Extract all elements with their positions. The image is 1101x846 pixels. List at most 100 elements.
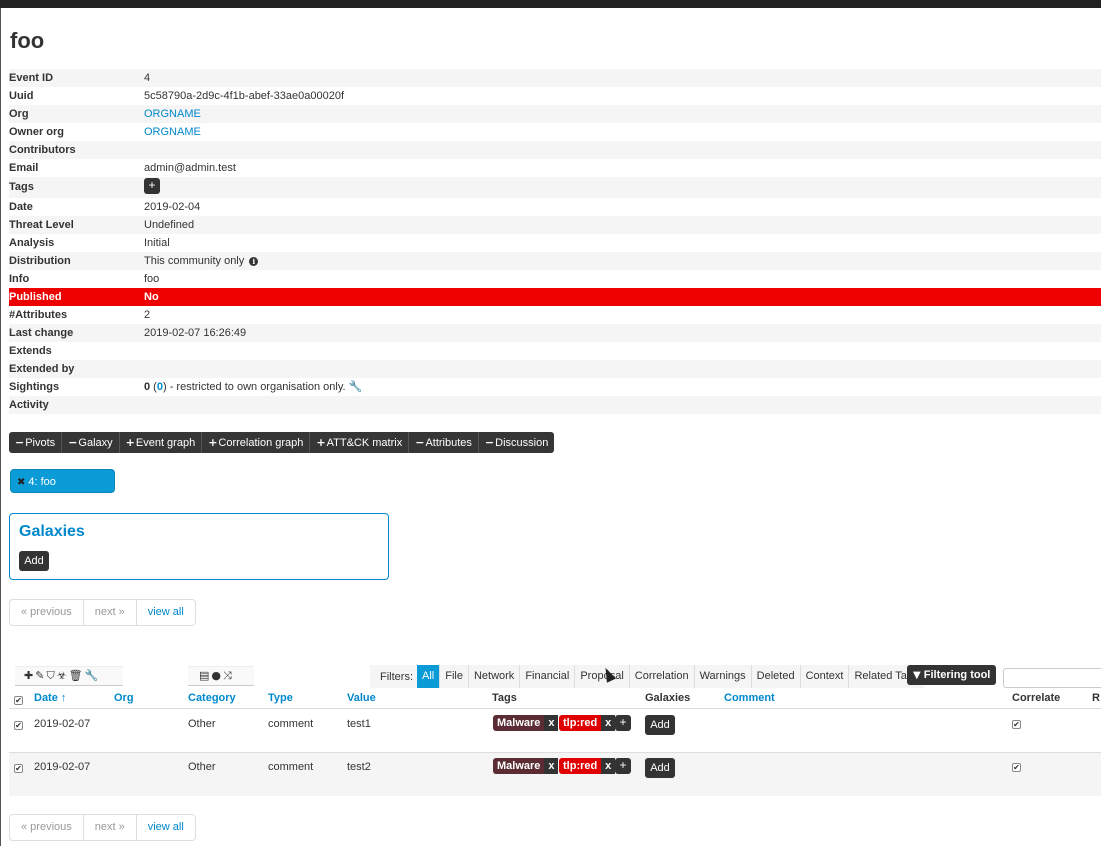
filter-icon: ▼ (913, 670, 921, 681)
owner-org-link[interactable]: ORGNAME (144, 126, 201, 138)
add-galaxy-button[interactable]: Add (645, 715, 675, 735)
header-correlate: Correlate (1012, 692, 1061, 704)
meta-row-extended-by: Extended by (9, 360, 1101, 378)
filters-label: Filters: (380, 670, 413, 683)
remove-tag-icon[interactable]: x (601, 758, 616, 774)
galaxies-panel: Galaxies Add (9, 513, 389, 580)
org-link[interactable]: ORGNAME (144, 108, 201, 120)
galaxies-title: Galaxies (19, 523, 85, 540)
view-options-toolbar: ▤●⤨ (188, 666, 254, 686)
row-select-checkbox[interactable]: ✔ (14, 721, 23, 730)
prev-page-link[interactable]: « previous (10, 815, 84, 840)
cell-date: 2019-02-07 (34, 761, 91, 773)
toggle-galaxy[interactable]: −Galaxy (62, 432, 120, 453)
tag-tlp-red[interactable]: tlp:red x (559, 715, 616, 731)
filter-file[interactable]: File (439, 665, 468, 688)
filtering-tool-button[interactable]: ▼ Filtering tool (907, 665, 997, 685)
tag-tlp-red[interactable]: tlp:red x (559, 758, 616, 774)
add-galaxy-button[interactable]: Add (19, 551, 49, 571)
header-type[interactable]: Type (268, 692, 293, 704)
toggle-correlation-graph[interactable]: +Correlation graph (202, 432, 311, 453)
attribute-filters: Filters: All File Network Financial Prop… (370, 665, 924, 688)
tag-icon[interactable]: ⛉ (46, 669, 56, 682)
correlate-checkbox[interactable]: ✔ (1012, 763, 1021, 772)
meta-row-owner-org: Owner org ORGNAME (9, 126, 201, 138)
header-org[interactable]: Org (114, 692, 134, 704)
row-select-checkbox[interactable]: ✔ (14, 764, 23, 773)
tag-malware[interactable]: Malware x (493, 715, 559, 731)
list-icon[interactable]: ▤ (199, 669, 211, 682)
toggle-discussion[interactable]: −Discussion (479, 432, 554, 453)
toggle-event-graph[interactable]: +Event graph (120, 432, 203, 453)
toggle-attributes[interactable]: −Attributes (409, 432, 479, 453)
remove-tag-icon[interactable]: x (544, 758, 559, 774)
table-row: ✔ 2019-02-07 Other comment test1 Malware… (9, 710, 1101, 753)
header-related: R (1092, 692, 1100, 704)
view-all-link[interactable]: view all (137, 815, 195, 840)
meta-row-extends: Extends (9, 345, 52, 357)
meta-row-info: Info foo (9, 273, 160, 285)
page-title: foo (10, 28, 45, 53)
section-toggle-bar: −Pivots −Galaxy +Event graph +Correlatio… (9, 432, 555, 453)
shuffle-icon[interactable]: ⤨ (223, 669, 234, 682)
add-tag-button[interactable]: + (615, 715, 631, 731)
wrench-icon[interactable]: 🔧 (349, 380, 363, 393)
table-header: ✔ Date ↑ Org Category Type Value Tags Ga… (9, 689, 1101, 709)
meta-row-uuid: Uuid 5c58790a-2d9c-4f1b-abef-33ae0a00020f (9, 90, 344, 102)
remove-pivot-icon[interactable]: ✖ (17, 477, 25, 488)
correlate-checkbox[interactable]: ✔ (1012, 720, 1021, 729)
filter-warnings[interactable]: Warnings (693, 665, 751, 688)
next-page-link[interactable]: next » (84, 600, 137, 625)
header-category[interactable]: Category (188, 692, 236, 704)
edit-icon[interactable]: ✎ (35, 669, 46, 682)
header-value[interactable]: Value (347, 692, 376, 704)
cell-value: test2 (347, 761, 371, 773)
view-all-link[interactable]: view all (137, 600, 195, 625)
cell-category: Other (188, 761, 216, 773)
biohazard-icon[interactable]: ☣ (57, 669, 69, 682)
cell-date: 2019-02-07 (34, 718, 91, 730)
add-tag-button[interactable]: + (144, 178, 160, 195)
event-metadata: Event ID 4 Uuid 5c58790a-2d9c-4f1b-abef-33… (9, 69, 1101, 414)
trash-icon[interactable]: 🗑 (69, 669, 85, 682)
remove-tag-icon[interactable]: x (544, 715, 559, 731)
filter-context[interactable]: Context (799, 665, 849, 688)
meta-row-email: Email admin@admin.test (9, 162, 236, 174)
remove-tag-icon[interactable]: x (601, 715, 616, 731)
meta-row-threat-level: Threat Level Undefined (9, 216, 1101, 234)
top-navbar (0, 0, 1101, 8)
meta-row-activity: Activity (9, 396, 1101, 414)
next-page-link[interactable]: next » (84, 815, 137, 840)
meta-row-attributes: #Attributes 2 (9, 309, 151, 321)
cell-category: Other (188, 718, 216, 730)
filter-network[interactable]: Network (467, 665, 519, 688)
header-date[interactable]: Date ↑ (34, 692, 66, 704)
header-tags: Tags (492, 692, 517, 704)
warning-icon[interactable]: ● (211, 669, 223, 682)
filter-correlation[interactable]: Correlation (628, 665, 694, 688)
prev-page-link[interactable]: « previous (10, 600, 84, 625)
cell-type: comment (268, 761, 314, 773)
toggle-attack-matrix[interactable]: +ATT&CK matrix (310, 432, 410, 453)
meta-row-date: Date 2019-02-04 (9, 201, 201, 213)
add-galaxy-button[interactable]: Add (645, 758, 675, 778)
filter-all[interactable]: All (417, 665, 440, 688)
add-tag-button[interactable]: + (615, 758, 631, 774)
toggle-pivots[interactable]: −Pivots (9, 432, 63, 453)
select-all-checkbox[interactable]: ✔ (14, 696, 23, 705)
filter-financial[interactable]: Financial (519, 665, 574, 688)
tag-malware[interactable]: Malware x (493, 758, 559, 774)
info-icon[interactable]: i (249, 256, 259, 266)
left-border (0, 8, 1, 846)
filter-deleted[interactable]: Deleted (750, 665, 800, 688)
header-galaxies: Galaxies (645, 692, 691, 704)
wrench-icon[interactable]: 🔧 (85, 669, 101, 682)
meta-row-tags: Tags + (9, 177, 1101, 198)
sort-asc-icon: ↑ (60, 692, 67, 704)
plus-icon[interactable]: ✚ (24, 669, 35, 682)
cell-type: comment (268, 718, 314, 730)
pivot-node[interactable]: ✖ 4: foo (10, 469, 115, 493)
header-comment[interactable]: Comment (724, 692, 775, 704)
attribute-search-input[interactable] (1003, 668, 1101, 688)
meta-row-last-change: Last change 2019-02-07 16:26:49 (9, 324, 1101, 342)
